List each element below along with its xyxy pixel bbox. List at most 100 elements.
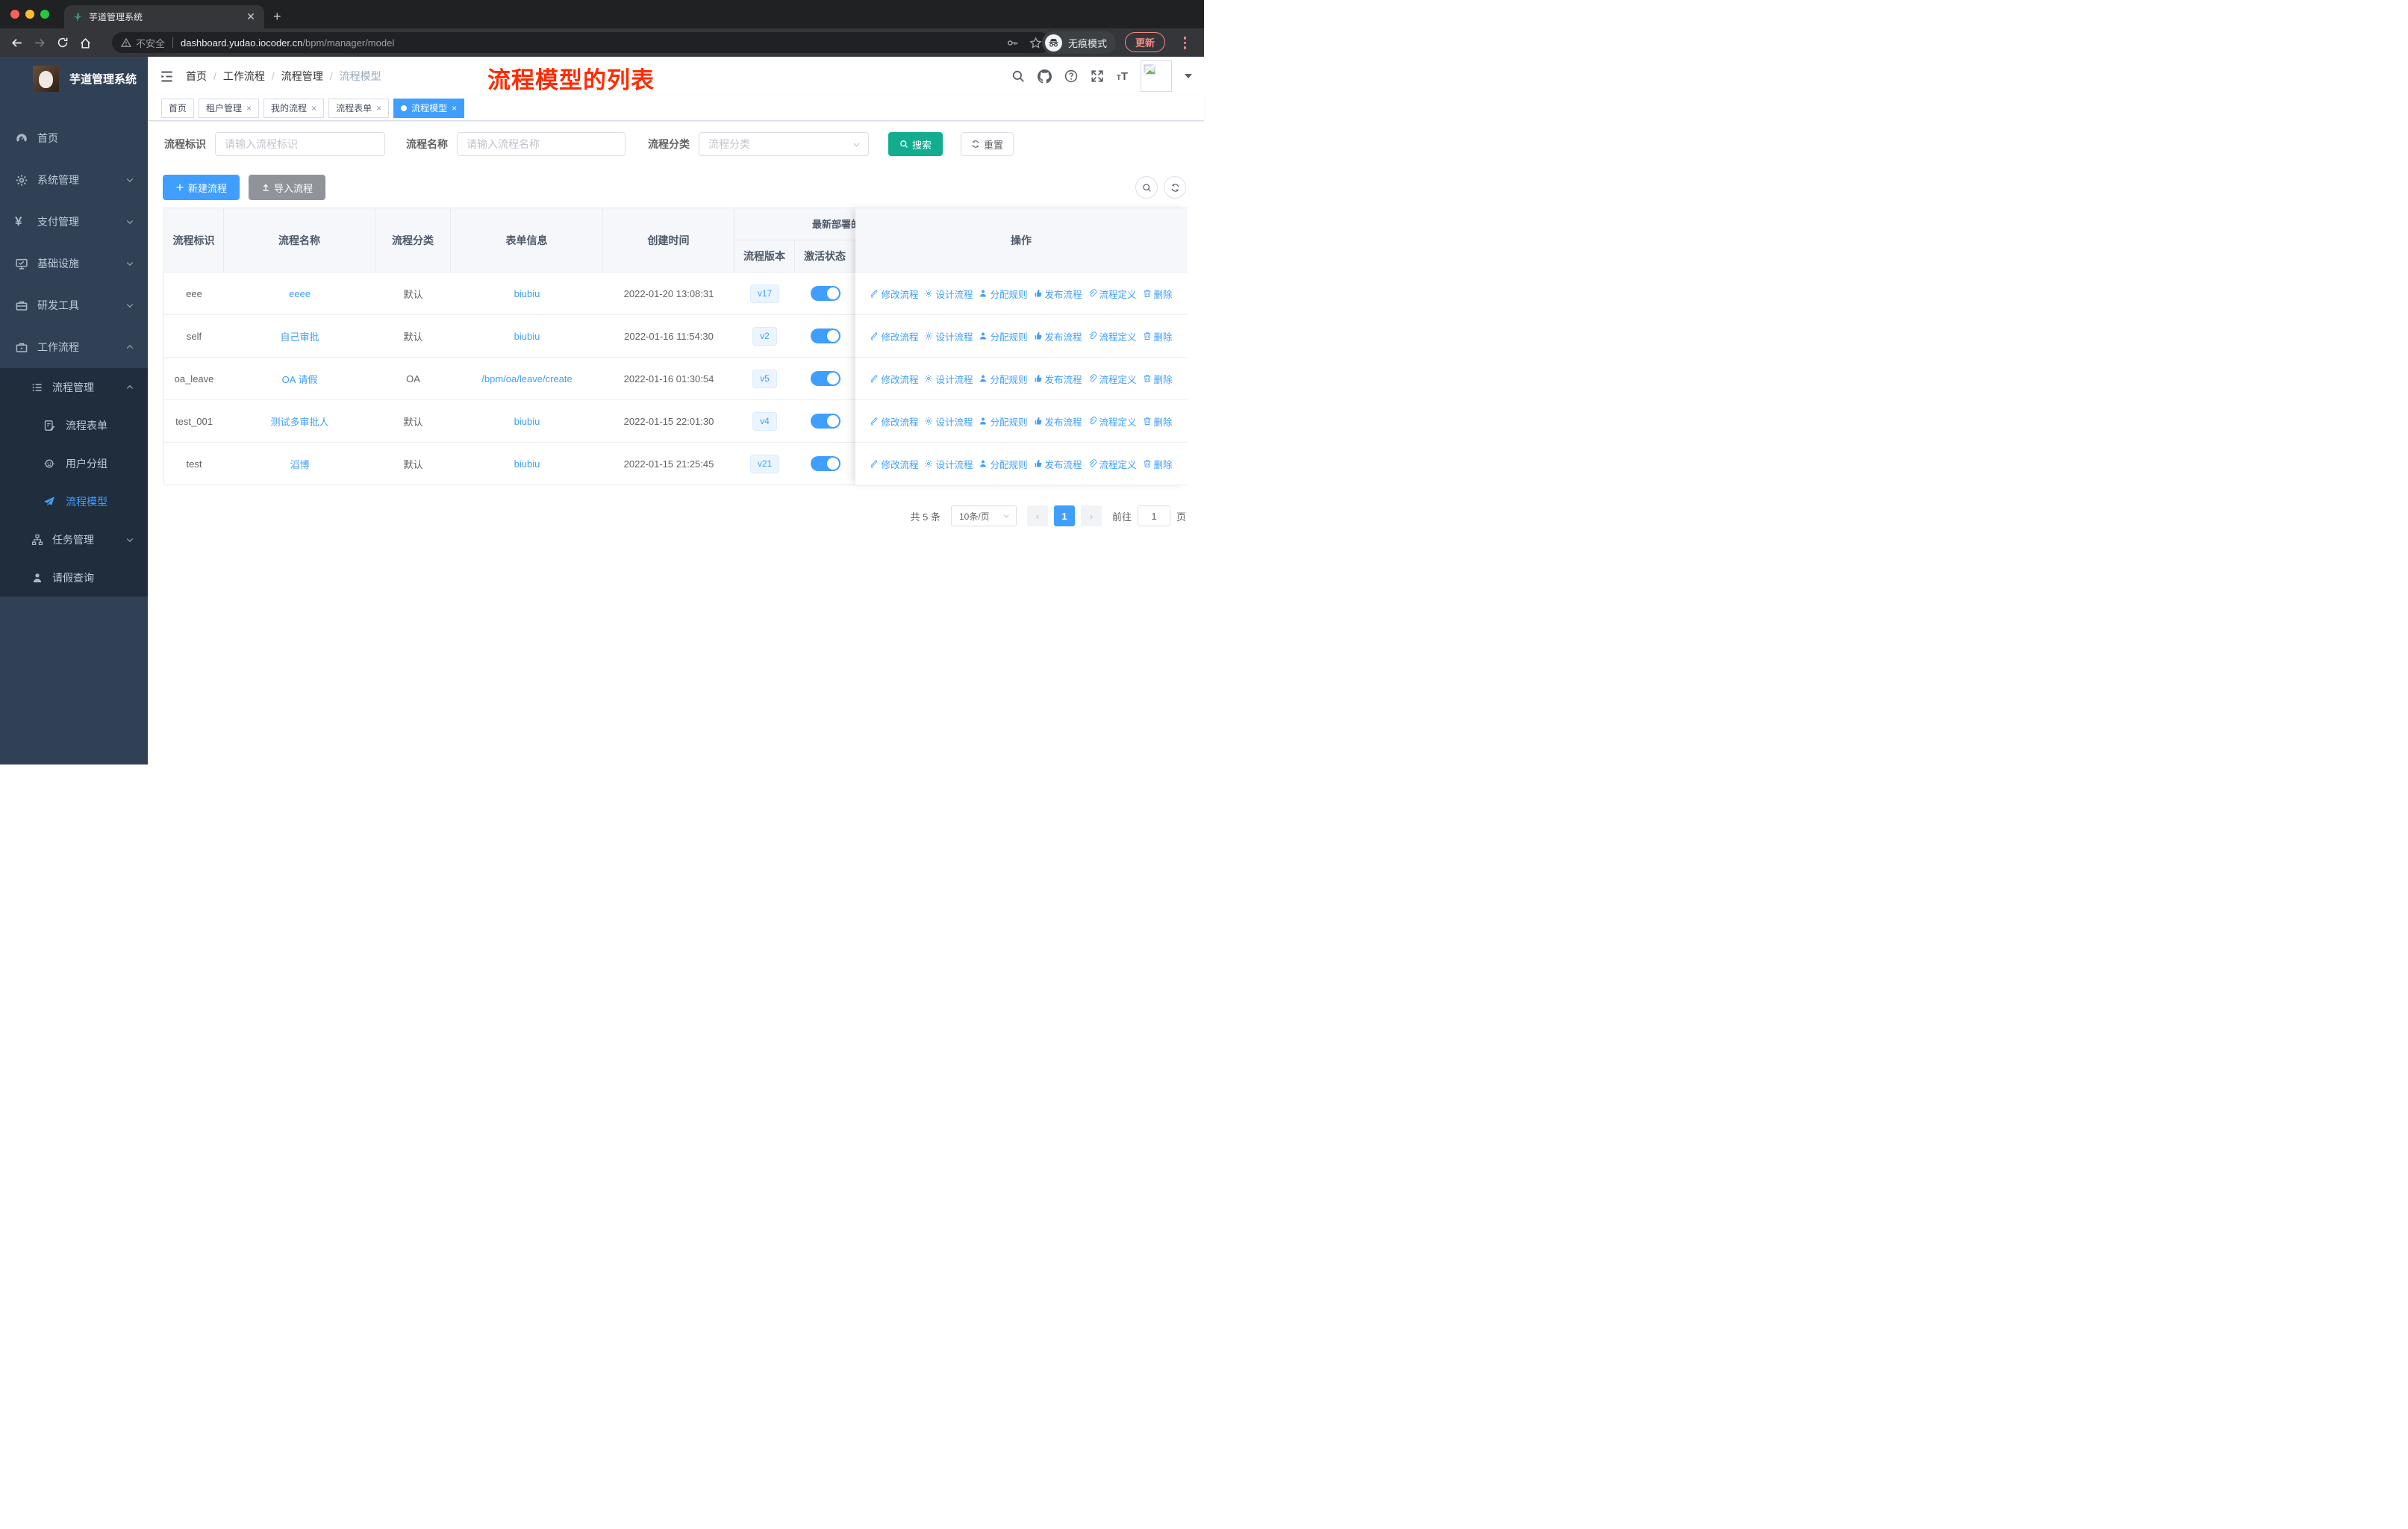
active-toggle[interactable] [810,286,840,301]
form-link[interactable]: biubiu [514,458,540,470]
sidebar-item-process-form[interactable]: 流程表单 [0,406,148,444]
action-edit[interactable]: 修改流程 [870,372,918,386]
avatar-caret-icon[interactable] [1185,74,1192,78]
action-design[interactable]: 设计流程 [924,414,973,429]
breadcrumb-item[interactable]: 首页 [186,69,207,84]
tag-close-icon[interactable]: × [311,103,316,113]
tag-close-icon[interactable]: × [452,103,457,113]
font-size-icon[interactable]: TT [1117,70,1128,83]
sidebar-item-user-group[interactable]: 用户分组 [0,444,148,482]
action-edit[interactable]: 修改流程 [870,329,918,343]
form-link[interactable]: /bpm/oa/leave/create [481,373,572,384]
version-badge[interactable]: v5 [752,369,777,388]
sidebar-item-process-model[interactable]: 流程模型 [0,482,148,520]
active-toggle[interactable] [810,371,840,386]
breadcrumb-item[interactable]: 流程管理 [281,69,323,84]
form-link[interactable]: biubiu [514,331,540,342]
sidebar-item-system[interactable]: 系统管理 [0,159,148,201]
sidebar-item-devtools[interactable]: 研发工具 [0,284,148,326]
maximize-window-button[interactable] [40,10,49,19]
close-window-button[interactable] [10,10,19,19]
version-badge[interactable]: v2 [752,326,777,346]
action-design[interactable]: 设计流程 [924,329,973,343]
action-assign-rule[interactable]: 分配规则 [979,372,1028,386]
current-page-button[interactable]: 1 [1053,505,1075,526]
tab-close-icon[interactable]: ✕ [245,10,257,23]
goto-page-input[interactable] [1137,505,1170,526]
sidebar-item-workflow[interactable]: 工作流程 [0,326,148,368]
action-publish[interactable]: 发布流程 [1034,329,1082,343]
browser-update-button[interactable]: 更新 [1124,32,1165,52]
sidebar-item-leave-query[interactable]: 请假查询 [0,558,148,597]
action-publish[interactable]: 发布流程 [1034,287,1082,301]
sidebar-item-process-mgmt[interactable]: 流程管理 [0,368,148,406]
sidebar-item-task-mgmt[interactable]: 任务管理 [0,520,148,558]
refresh-table-button[interactable] [1164,176,1186,199]
tag-my-process[interactable]: 我的流程 × [263,98,325,118]
process-name-link[interactable]: 滔博 [290,457,309,471]
tag-process-model[interactable]: 流程模型 × [393,98,465,118]
form-link[interactable]: biubiu [514,288,540,299]
action-assign-rule[interactable]: 分配规则 [979,414,1028,429]
back-icon[interactable] [10,37,23,49]
fullscreen-icon[interactable] [1091,69,1104,83]
filter-id-input[interactable] [215,132,385,156]
sidebar-item-payment[interactable]: ¥ 支付管理 [0,201,148,243]
action-definition[interactable]: 流程定义 [1088,372,1137,386]
action-edit[interactable]: 修改流程 [870,414,918,429]
search-button[interactable]: 搜索 [888,132,943,156]
avatar[interactable] [1141,60,1172,92]
action-publish[interactable]: 发布流程 [1034,414,1082,429]
action-delete[interactable]: 删除 [1143,372,1173,386]
process-name-link[interactable]: 自己审批 [280,329,319,343]
tag-close-icon[interactable]: × [376,103,381,113]
action-edit[interactable]: 修改流程 [870,457,918,471]
process-name-link[interactable]: OA 请假 [282,372,318,386]
page-size-select[interactable]: 10条/页 [950,505,1017,526]
filter-name-input[interactable] [457,132,626,156]
tag-process-form[interactable]: 流程表单 × [328,98,390,118]
browser-tab[interactable]: 芋道管理系统 ✕ [64,5,264,28]
import-process-button[interactable]: 导入流程 [249,175,326,200]
forward-icon[interactable] [34,37,46,49]
next-page-button[interactable]: › [1080,505,1102,526]
reset-button[interactable]: 重置 [961,132,1014,156]
action-assign-rule[interactable]: 分配规则 [979,457,1028,471]
minimize-window-button[interactable] [25,10,34,19]
action-definition[interactable]: 流程定义 [1088,329,1137,343]
action-design[interactable]: 设计流程 [924,287,973,301]
version-badge[interactable]: v17 [749,284,780,303]
action-design[interactable]: 设计流程 [924,372,973,386]
sidebar-item-home[interactable]: 首页 [0,117,148,159]
form-link[interactable]: biubiu [514,416,540,427]
action-assign-rule[interactable]: 分配规则 [979,329,1028,343]
process-name-link[interactable]: 测试多审批人 [270,414,328,429]
filter-category-select[interactable]: 流程分类 [699,132,869,156]
bookmark-star-icon[interactable] [1029,36,1042,49]
action-definition[interactable]: 流程定义 [1088,287,1137,301]
active-toggle[interactable] [810,328,840,343]
action-publish[interactable]: 发布流程 [1034,372,1082,386]
key-icon[interactable] [1006,37,1019,49]
action-assign-rule[interactable]: 分配规则 [979,287,1028,301]
reload-icon[interactable] [57,37,69,49]
active-toggle[interactable] [810,456,840,471]
browser-menu-icon[interactable] [1183,37,1186,49]
sidebar-item-infra[interactable]: 基础设施 [0,243,148,284]
action-publish[interactable]: 发布流程 [1034,457,1082,471]
toggle-search-button[interactable] [1135,176,1158,199]
prev-page-button[interactable]: ‹ [1026,505,1048,526]
github-icon[interactable] [1037,69,1052,84]
action-delete[interactable]: 删除 [1143,414,1173,429]
active-toggle[interactable] [810,414,840,429]
action-definition[interactable]: 流程定义 [1088,457,1137,471]
search-icon[interactable] [1011,69,1025,83]
home-icon[interactable] [79,37,92,49]
help-icon[interactable] [1064,69,1078,83]
new-tab-button[interactable]: + [273,7,281,26]
address-bar[interactable]: 不安全 dashboard.yudao.iocoder.cn/bpm/manag… [112,32,1051,53]
version-badge[interactable]: v4 [752,411,777,431]
tag-close-icon[interactable]: × [246,103,252,113]
action-delete[interactable]: 删除 [1143,329,1173,343]
action-edit[interactable]: 修改流程 [870,287,918,301]
